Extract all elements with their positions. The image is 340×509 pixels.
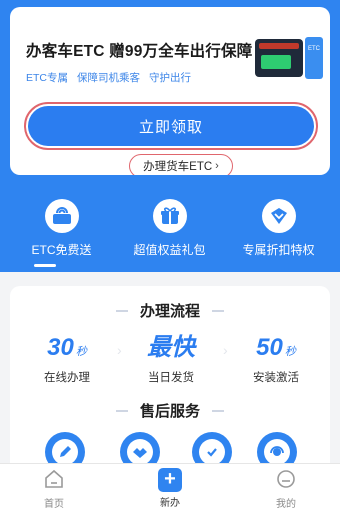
feature-label: 超值权益礼包 (133, 243, 206, 257)
process-step: 最快 当日发货 (121, 334, 221, 385)
discount-badge-icon (261, 199, 296, 233)
etc-device-image: ETC (255, 37, 323, 79)
feature-label: 专属折扣特权 (242, 243, 315, 257)
bottom-nav: 首页 + 新办 我的 (0, 463, 340, 509)
promo-tags: ETC专属 保障司机乘客 守护出行 (26, 70, 191, 85)
step-desc: 在线办理 (44, 372, 90, 384)
nav-mine-label: 我的 (276, 499, 296, 509)
active-tab-indicator (34, 264, 56, 267)
title-divider (115, 409, 128, 412)
profile-icon (277, 470, 295, 488)
title-divider (212, 409, 224, 412)
step-unit: 秒 (284, 346, 296, 358)
step-value: 50 (256, 334, 283, 361)
promo-tag: 守护出行 (149, 72, 191, 84)
nav-apply-label: 新办 (160, 498, 180, 509)
feature-label: ETC免费送 (31, 243, 92, 257)
title-divider (115, 309, 128, 312)
process-title-text: 办理流程 (139, 303, 200, 320)
feature-row: ETC免费送 超值权益礼包 专属折扣特权 (0, 192, 340, 264)
nav-mine[interactable]: 我的 (256, 468, 316, 509)
service-title-text: 售后服务 (139, 403, 200, 420)
apply-now-button[interactable]: 立即领取 (28, 106, 314, 146)
step-value: 30 (47, 334, 74, 361)
process-step: 30 秒 在线办理 (17, 334, 117, 385)
nav-new-apply[interactable]: + 新办 (140, 468, 200, 509)
promo-title: 办客车ETC 赠99万全车出行保障 (26, 43, 253, 60)
nav-home-label: 首页 (44, 499, 64, 509)
feature-gift-pack[interactable]: 超值权益礼包 (113, 192, 226, 258)
promo-tag: 保障司机乘客 (77, 72, 140, 84)
gift-icon (152, 199, 187, 233)
etc-device-icon (44, 199, 79, 233)
device-label: ETC (308, 46, 321, 52)
process-step: 50 秒 安装激活 (226, 334, 326, 385)
feature-discount[interactable]: 专属折扣特权 (222, 192, 335, 258)
plus-icon: + (158, 468, 182, 492)
promo-card: 办客车ETC 赠99万全车出行保障 ETC专属 保障司机乘客 守护出行 ETC … (10, 7, 330, 175)
truck-etc-label: 办理货车ETC (143, 161, 213, 173)
home-icon (45, 469, 63, 488)
process-title: 办理流程 (10, 300, 330, 321)
nav-home[interactable]: 首页 (24, 468, 84, 509)
service-title: 售后服务 (10, 400, 330, 421)
chevron-right-icon: › (215, 160, 219, 172)
step-value: 最快 (147, 334, 195, 361)
step-desc: 安装激活 (253, 372, 299, 384)
title-divider (212, 309, 224, 312)
feature-etc-free[interactable]: ETC免费送 (5, 192, 118, 258)
truck-etc-link[interactable]: 办理货车ETC › (129, 154, 233, 175)
step-unit: 秒 (75, 346, 87, 358)
promo-tag: ETC专属 (26, 72, 68, 84)
step-desc: 当日发货 (148, 372, 194, 384)
